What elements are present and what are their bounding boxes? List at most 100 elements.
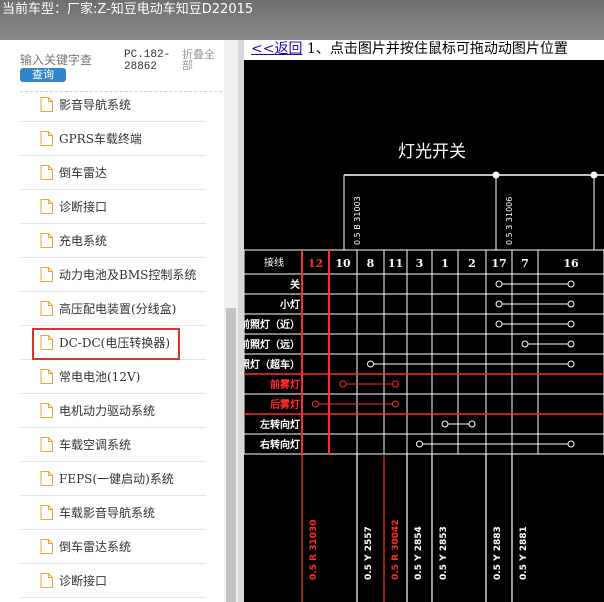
row-label: 小灯 [279, 298, 300, 311]
document-icon [40, 301, 53, 316]
back-link[interactable]: <<返回 [251, 41, 302, 57]
pin-label: 16 [563, 257, 579, 270]
document-icon [40, 131, 53, 146]
menu-item[interactable]: 倒车雷达系统 [20, 530, 206, 564]
menu-item[interactable]: 车载影音导航系统 [20, 496, 206, 530]
menu-item[interactable]: 电机动力驱动系统 [20, 394, 206, 428]
pin-label: 7 [521, 257, 529, 270]
row-label: 前雾灯 [270, 378, 300, 391]
wire-label: 0.5 Y 2883 [493, 526, 503, 580]
connection-node [521, 340, 529, 348]
row-label: 左转向灯 [259, 418, 300, 431]
pin-label: 17 [491, 257, 506, 270]
pin-label: 8 [367, 257, 375, 270]
document-icon [40, 403, 53, 418]
pin-label: 3 [416, 257, 424, 270]
menu-item[interactable]: 动力电池及BMS控制系统 [20, 258, 206, 292]
menu-item-label: 诊断接口 [59, 574, 108, 588]
wire-label: 0.5 Y 2853 [439, 526, 449, 580]
document-icon [40, 233, 53, 248]
connection-node [567, 280, 575, 288]
menu-item-label: 电机动力驱动系统 [59, 404, 156, 418]
menu-item-label: 诊断接口 [59, 200, 108, 214]
menu-item-label: 影音导航系统 [59, 98, 132, 112]
corner-label: 接线 [264, 256, 284, 269]
pin-label: 1 [441, 257, 449, 270]
document-icon [40, 573, 53, 588]
connection-node [392, 400, 399, 408]
document-icon [40, 165, 53, 180]
menu-item[interactable]: GPRS车载终端 [20, 122, 206, 156]
document-icon [40, 97, 53, 112]
connection-node [495, 300, 503, 308]
document-icon [40, 505, 53, 520]
menu-item[interactable]: 常电电池(12V) [20, 360, 206, 394]
menu-item[interactable]: 影音导航系统 [20, 88, 206, 122]
menu-item[interactable]: 充电系统 [20, 224, 206, 258]
menu-item-label: 常电电池(12V) [59, 370, 141, 384]
search-button[interactable]: 查询 [20, 68, 66, 82]
wire-label: 0.5 B 31003 [353, 196, 362, 245]
connection-node [567, 300, 575, 308]
menu-item[interactable]: 诊断接口 [20, 564, 206, 598]
menu-item-label: 倒车雷达系统 [59, 540, 132, 554]
connection-node [468, 420, 476, 428]
wire-label: 0.5 R 30042 [391, 520, 401, 580]
connection-node [567, 440, 575, 448]
menu-item-label: FEPS(一健启动)系统 [59, 472, 174, 486]
content-header: <<返回 1、点击图片并按住鼠标可拖动动图片位置 [244, 40, 604, 60]
wire-label: 0.5 R 31030 [309, 520, 319, 580]
connection-node [339, 380, 347, 388]
vehicle-name: 厂家:Z-知豆电动车知豆D22015 [67, 2, 254, 17]
connection-node [392, 380, 399, 388]
document-icon [40, 199, 53, 214]
row-label: 后雾灯 [270, 398, 300, 411]
row-label: 前照灯（远） [244, 338, 300, 351]
pin-label: 2 [468, 257, 476, 270]
menu-item[interactable]: 倒车雷达 [20, 156, 206, 190]
pin-label: 10 [335, 257, 351, 270]
sidebar-scroll-thumb[interactable] [226, 308, 236, 602]
wire-label: 0.5 Y 2881 [519, 526, 529, 580]
row-label: 前照灯（超车） [244, 358, 300, 371]
diagram-title: 灯光开关 [398, 142, 466, 162]
row-label: 关 [290, 278, 300, 291]
connection-node [567, 320, 575, 328]
connection-node [567, 360, 575, 368]
connection-node [495, 280, 503, 288]
connection-node [367, 360, 374, 368]
search-input[interactable] [20, 52, 102, 68]
menu-item[interactable]: DC-DC(电压转换器) [20, 326, 206, 360]
document-icon [40, 437, 53, 452]
connection-node [567, 340, 575, 348]
sidebar: 查询 PC.182-28862 折叠全部 影音导航系统 GPRS车载终端倒车雷达诊… [0, 40, 238, 602]
document-icon [40, 267, 53, 282]
wiring-diagram[interactable]: 灯光开关0.5 B 310030.5 3 310060.5 B 31006121… [244, 60, 604, 602]
row-label: 前照灯（近） [244, 318, 300, 331]
collapse-all-link[interactable]: 折叠全部 [182, 49, 222, 71]
menu-item[interactable]: 车载空调系统 [20, 428, 206, 462]
menu-item[interactable]: 诊断接口 [20, 190, 206, 224]
connection-node [312, 400, 319, 408]
document-icon [40, 471, 53, 486]
wire-label: 0.5 Y 2854 [414, 526, 424, 580]
drag-instruction: 1、点击图片并按住鼠标可拖动动图片位置 [302, 41, 568, 57]
vehicle-label: 当前车型： [2, 2, 68, 17]
menu-item-label: 车载空调系统 [59, 438, 132, 452]
search-area: 查询 PC.182-28862 折叠全部 [20, 40, 232, 92]
connection-node [416, 440, 423, 448]
wire-label: 0.5 3 31006 [505, 197, 514, 245]
menu-item-label: GPRS车载终端 [59, 132, 142, 146]
selected-highlight [32, 328, 180, 360]
pin-label: 11 [388, 257, 403, 270]
system-menu: 影音导航系统 GPRS车载终端 倒车雷达 诊断接口 充电系统 动力电池及BMS控制系统 高压… [20, 88, 206, 598]
menu-item[interactable]: 高压配电装置(分线盒) [20, 292, 206, 326]
document-icon [40, 369, 53, 384]
row-label: 右转向灯 [259, 438, 300, 451]
pc-code: PC.182-28862 [124, 49, 171, 73]
connection-node [495, 320, 503, 328]
menu-item-label: 倒车雷达 [59, 166, 108, 180]
menu-item-label: 动力电池及BMS控制系统 [59, 268, 197, 282]
pin-label: 12 [308, 257, 323, 270]
menu-item[interactable]: FEPS(一健启动)系统 [20, 462, 206, 496]
